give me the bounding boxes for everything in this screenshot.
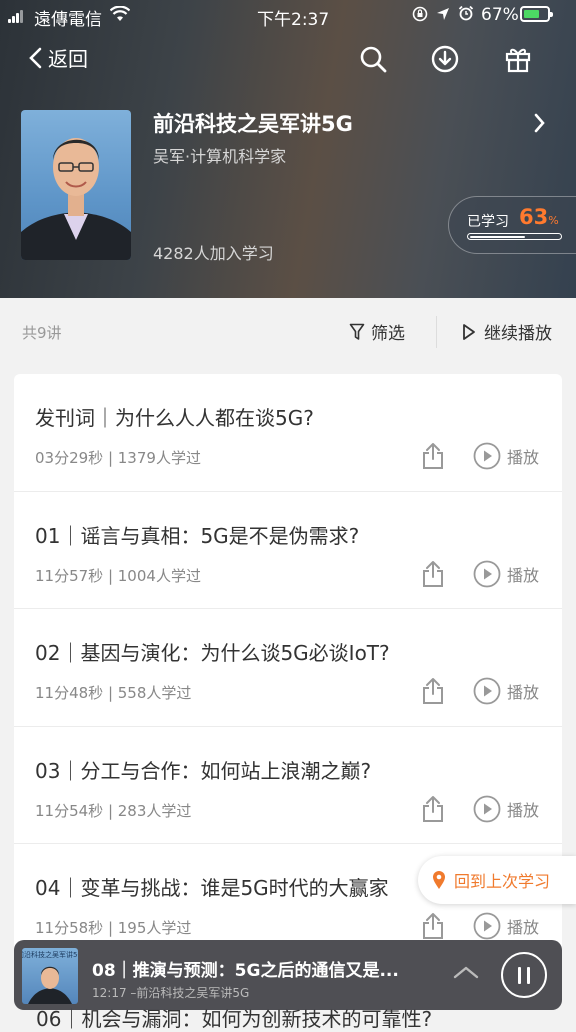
play-button[interactable]: 播放	[473, 442, 539, 470]
play-circle-icon	[473, 677, 501, 705]
back-label: 返回	[48, 47, 88, 71]
filter-label: 筛选	[371, 324, 405, 344]
gift-icon[interactable]	[503, 44, 533, 74]
pause-button[interactable]	[501, 952, 547, 998]
clock: 下午2:37	[257, 10, 330, 30]
play-button[interactable]: 播放	[473, 677, 539, 705]
now-playing-subtitle: 12:17 –前沿科技之吴军讲5G	[92, 986, 250, 1000]
battery-icon	[520, 6, 553, 22]
lesson-meta: 11分54秒 | 283人学过	[35, 801, 192, 820]
share-icon[interactable]	[421, 677, 445, 709]
progress-bar	[467, 233, 562, 240]
play-circle-icon	[473, 912, 501, 940]
lesson-meta: 11分48秒 | 558人学过	[35, 684, 192, 702]
signal-icon	[8, 8, 24, 28]
lesson-title: 01｜谣言与真相：5G是不是伪需求?	[35, 523, 360, 548]
play-label: 播放	[507, 448, 540, 467]
chevron-right-icon[interactable]	[533, 112, 547, 138]
chevron-left-icon	[29, 47, 42, 68]
thumbnail-caption: 前沿科技之吴军讲5G	[22, 950, 78, 959]
chevron-up-icon[interactable]	[451, 962, 481, 986]
status-bar: 遠傳電信 下午2:37 67%	[0, 0, 576, 30]
download-icon[interactable]	[430, 44, 460, 74]
pause-icon	[518, 967, 521, 984]
lesson-meta: 11分57秒 | 1004人学过	[35, 566, 201, 585]
learning-progress-card: 已学习 63%	[448, 196, 576, 254]
course-author: 吴军·计算机科学家	[153, 147, 287, 166]
lesson-title: 04｜变革与挑战：谁是5G时代的大赢家	[35, 876, 389, 900]
continue-play-button[interactable]: 继续播放	[462, 319, 552, 344]
play-button[interactable]: 播放	[473, 795, 539, 823]
share-icon[interactable]	[421, 795, 445, 827]
alarm-icon	[458, 5, 474, 26]
learner-count: 4282人加入学习	[153, 244, 274, 263]
carrier-name: 遠傳電信	[34, 10, 102, 30]
lesson-item[interactable]: 02｜基因与演化：为什么谈5G必谈IoT? 11分48秒 | 558人学过 播放	[14, 609, 562, 727]
toolbar-divider	[436, 316, 437, 348]
play-button[interactable]: 播放	[473, 912, 539, 940]
play-label: 播放	[507, 918, 540, 937]
lesson-meta: 03分29秒 | 1379人学过	[35, 449, 201, 467]
lesson-item[interactable]: 01｜谣言与真相：5G是不是伪需求? 11分57秒 | 1004人学过 播放	[14, 492, 562, 609]
lesson-title: 02｜基因与演化：为什么谈5G必谈IoT?	[35, 641, 390, 665]
search-icon[interactable]	[358, 44, 388, 74]
play-label: 播放	[507, 683, 540, 702]
lesson-total: 共9讲	[22, 324, 62, 342]
play-button[interactable]: 播放	[473, 560, 539, 588]
course-cover-image	[21, 110, 131, 260]
player-thumbnail: 前沿科技之吴军讲5G	[22, 948, 78, 1004]
play-icon	[463, 323, 475, 340]
battery-percent: 67%	[481, 5, 519, 25]
lesson-meta: 11分58秒 | 195人学过	[35, 919, 192, 937]
orientation-lock-icon	[412, 6, 428, 27]
lesson-title: 03｜分工与合作：如何站上浪潮之巅?	[35, 758, 372, 783]
filter-icon	[349, 323, 365, 340]
resume-last-lesson-button[interactable]: 回到上次学习	[418, 856, 576, 904]
mini-player[interactable]: 前沿科技之吴军讲5G 08｜推演与预测：5G之后的通信又是... 12:17 –…	[14, 940, 562, 1010]
progress-label: 已学习	[467, 214, 509, 230]
play-circle-icon	[473, 795, 501, 822]
share-icon[interactable]	[421, 442, 445, 474]
play-label: 播放	[507, 800, 540, 820]
nav-bar: 返回	[0, 40, 576, 80]
share-icon[interactable]	[421, 560, 445, 592]
list-toolbar: 共9讲 筛选 继续播放	[0, 298, 576, 368]
play-circle-icon	[473, 442, 501, 470]
course-header: 遠傳電信 下午2:37 67% 返回 前沿科技之吴军讲5G 吴军·计算机科学家 …	[0, 0, 576, 298]
play-circle-icon	[473, 560, 501, 587]
back-button[interactable]: 返回	[28, 43, 88, 72]
lesson-item[interactable]: 发刊词｜为什么人人都在谈5G? 03分29秒 | 1379人学过 播放	[14, 374, 562, 492]
progress-percent: 63%	[519, 205, 559, 229]
lesson-item[interactable]: 03｜分工与合作：如何站上浪潮之巅? 11分54秒 | 283人学过 播放	[14, 727, 562, 844]
play-label: 播放	[507, 565, 540, 585]
course-title: 前沿科技之吴军讲5G	[153, 112, 353, 136]
resume-label: 回到上次学习	[454, 872, 551, 891]
location-pin-icon	[433, 871, 445, 889]
wifi-icon	[109, 5, 131, 27]
filter-button[interactable]: 筛选	[349, 319, 405, 344]
lesson-title: 发刊词｜为什么人人都在谈5G?	[35, 406, 314, 430]
now-playing-title: 08｜推演与预测：5G之后的通信又是...	[92, 961, 399, 981]
location-icon	[436, 6, 450, 26]
continue-play-label: 继续播放	[484, 324, 552, 344]
